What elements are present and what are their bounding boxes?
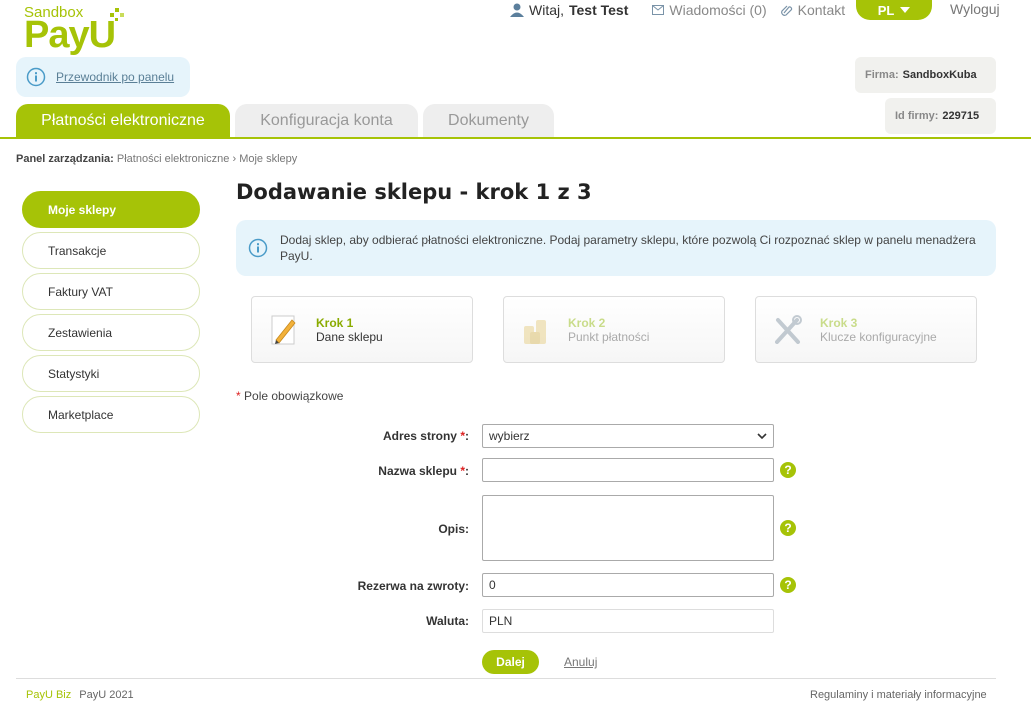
language-value: PL: [877, 2, 895, 18]
payu-sandbox-logo[interactable]: Sandbox PayU: [24, 4, 124, 56]
payu-logo-text: PayU: [24, 14, 116, 56]
firm-name-box: Firma: SandboxKuba: [855, 57, 996, 93]
step-1: Krok 1 Dane sklepu: [251, 296, 473, 363]
caret-down-icon: [900, 7, 911, 13]
sidebar-item-my-shops[interactable]: Moje sklepy: [22, 191, 200, 228]
sidebar-item-reports[interactable]: Zestawienia: [22, 314, 200, 351]
footer-left: PayU Biz PayU 2021: [26, 689, 134, 701]
info-text: Dodaj sklep, aby odbierać płatności elek…: [280, 233, 976, 263]
messages-link[interactable]: Wiadomości (0): [652, 2, 767, 18]
step-1-title: Krok 1: [316, 315, 354, 330]
shop-name-label: Nazwa sklepu *:: [378, 464, 469, 478]
breadcrumb-separator: ›: [232, 153, 237, 165]
breadcrumb: Panel zarządzania: Płatności elektronicz…: [16, 153, 297, 165]
help-icon[interactable]: ?: [780, 520, 796, 536]
next-button[interactable]: Dalej: [482, 650, 539, 674]
step-3: Krok 3 Klucze konfiguracyjne: [755, 296, 977, 363]
mini-logo-text: PayU: [26, 689, 53, 701]
info-icon: [248, 238, 268, 258]
user-icon: [510, 3, 524, 17]
address-select-value: wybierz: [489, 429, 530, 443]
sidebar-item-transactions[interactable]: Transakcje: [22, 232, 200, 269]
description-label: Opis:: [438, 522, 469, 536]
sidebar-menu: Moje sklepy Transakcje Faktury VAT Zesta…: [22, 191, 200, 437]
breadcrumb-item-payments[interactable]: Płatności elektroniczne: [117, 153, 230, 165]
step-3-title: Krok 3: [820, 315, 858, 330]
address-select[interactable]: wybierz: [482, 424, 774, 448]
currency-field: PLN: [482, 609, 774, 633]
refund-reserve-input[interactable]: 0: [482, 573, 774, 597]
chevron-down-icon: [757, 433, 767, 439]
sidebar-item-vat-invoices[interactable]: Faktury VAT: [22, 273, 200, 310]
step-1-subtitle: Dane sklepu: [316, 329, 383, 344]
user-greeting[interactable]: Witaj, Test Test: [510, 2, 628, 18]
step-2: Krok 2 Punkt płatności: [503, 296, 725, 363]
info-icon: [26, 67, 46, 87]
pencil-paper-icon: [271, 315, 296, 344]
shop-name-input[interactable]: [482, 458, 774, 482]
user-name: Test Test: [569, 2, 629, 18]
terms-link[interactable]: Regulaminy i materiały informacyjne: [810, 689, 987, 701]
firm-name-value: SandboxKuba: [902, 69, 977, 81]
breadcrumb-item-my-shops[interactable]: Moje sklepy: [239, 153, 297, 165]
contact-label: Kontakt: [797, 2, 846, 18]
firm-name-label: Firma:: [865, 69, 899, 81]
help-icon[interactable]: ?: [780, 577, 796, 593]
required-star: *: [460, 464, 465, 478]
shop-name-label-text: Nazwa sklepu: [378, 464, 457, 478]
tab-documents[interactable]: Dokumenty: [423, 104, 554, 138]
sidebar-item-marketplace[interactable]: Marketplace: [22, 396, 200, 433]
firm-id-label: Id firmy:: [895, 110, 939, 122]
panel-guide-link[interactable]: Przewodnik po panelu: [56, 70, 174, 84]
description-textarea[interactable]: [482, 495, 774, 561]
panel-guide-box: Przewodnik po panelu: [16, 57, 190, 97]
envelope-icon: [652, 5, 665, 15]
step-3-subtitle: Klucze konfiguracyjne: [820, 329, 937, 344]
tab-account-configuration[interactable]: Konfiguracja konta: [235, 104, 418, 138]
top-navigation: Witaj, Test Test Wiadomości (0) Kontakt: [510, 0, 845, 20]
firm-id-box: Id firmy: 229715: [885, 98, 996, 134]
payu-biz-logo: PayU Biz: [26, 689, 71, 701]
currency-label: Waluta:: [426, 614, 469, 628]
copyright: PayU 2021: [79, 689, 134, 701]
address-label: Adres strony *:: [382, 429, 469, 443]
help-icon[interactable]: ?: [780, 462, 796, 478]
greeting-prefix: Witaj,: [529, 2, 564, 18]
tab-underline: [0, 137, 1031, 139]
required-star: *: [460, 429, 465, 443]
breadcrumb-label: Panel zarządzania:: [16, 153, 114, 165]
mini-biz-text: Biz: [55, 689, 72, 701]
required-star: *: [236, 389, 241, 403]
firm-id-value: 229715: [942, 110, 980, 122]
step-2-subtitle: Punkt płatności: [568, 329, 650, 344]
step-2-title: Krok 2: [568, 315, 606, 330]
sidebar-item-statistics[interactable]: Statystyki: [22, 355, 200, 392]
required-fields-note: * Pole obowiązkowe: [236, 389, 343, 403]
paperclip-icon: [780, 5, 792, 16]
language-selector[interactable]: PL: [856, 0, 932, 20]
address-label-text: Adres strony: [382, 429, 457, 443]
logout-link[interactable]: Wyloguj: [950, 1, 1000, 17]
refund-reserve-label: Rezerwa na zwroty:: [357, 579, 469, 593]
page-title: Dodawanie sklepu - krok 1 z 3: [236, 180, 592, 204]
tab-electronic-payments[interactable]: Płatności elektroniczne: [16, 104, 230, 138]
main-tabs: Płatności elektroniczne Konfiguracja kon…: [16, 104, 554, 138]
coins-icon: [524, 319, 546, 344]
contact-link[interactable]: Kontakt: [780, 2, 846, 18]
logo-dots-icon: [110, 8, 124, 21]
messages-label: Wiadomości (0): [669, 2, 767, 18]
cancel-link[interactable]: Anuluj: [564, 655, 597, 669]
tools-icon: [775, 314, 802, 344]
info-box: Dodaj sklep, aby odbierać płatności elek…: [236, 220, 996, 276]
footer-divider: [16, 678, 996, 679]
required-note-text: Pole obowiązkowe: [244, 389, 344, 403]
